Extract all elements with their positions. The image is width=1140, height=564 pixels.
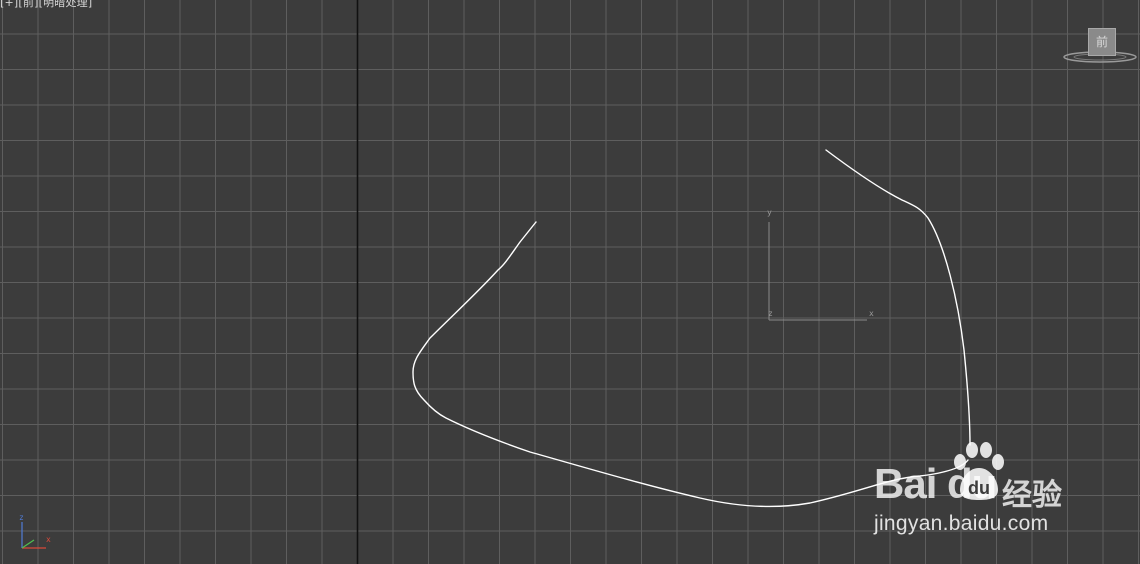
- viewcube-icon[interactable]: 前: [1062, 26, 1140, 68]
- viewport-label-menu[interactable]: [+][前][明暗处理]: [0, 0, 92, 10]
- baidu-jingyan-watermark: Bai du du 经验 jingyan.baidu.com: [872, 440, 1092, 550]
- spline-right-segment[interactable]: [825, 149, 971, 446]
- corner-z-label: z: [19, 513, 24, 522]
- baidu-paw-icon: du: [954, 442, 1004, 500]
- axis-tripod-icon: [21, 522, 46, 549]
- corner-x-label: x: [46, 535, 51, 544]
- watermark-jingyan-text: 经验: [1002, 478, 1062, 513]
- viewcube-front-face[interactable]: 前: [1088, 28, 1116, 56]
- watermark-url: jingyan.baidu.com: [874, 512, 1049, 535]
- svg-text:du: du: [968, 478, 990, 498]
- viewport-front[interactable]: y x z [+][前][明暗处理] 前 z x Bai du du 经验 ji…: [0, 0, 1140, 564]
